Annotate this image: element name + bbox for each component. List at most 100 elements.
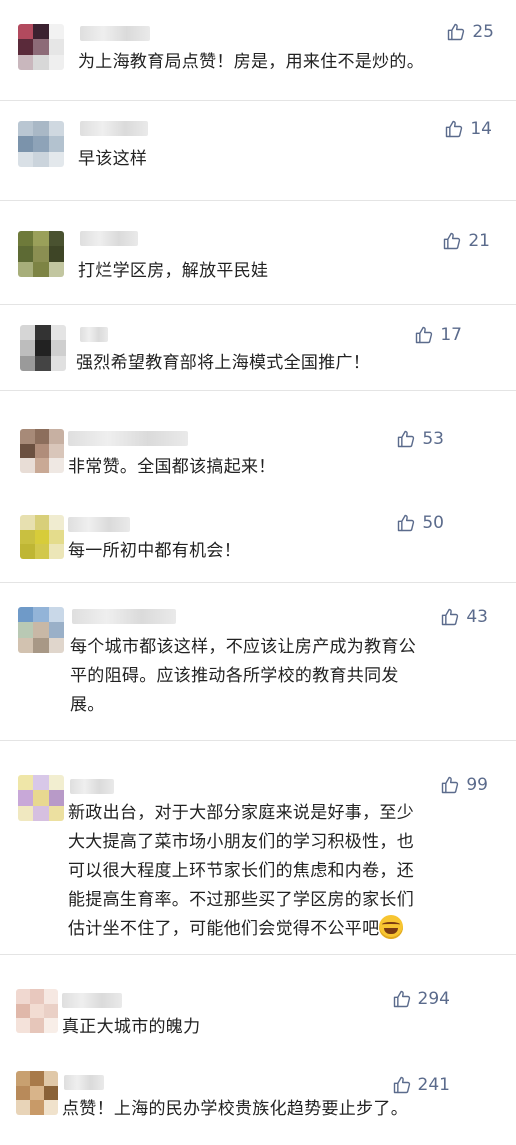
like-button[interactable]: 53 bbox=[396, 429, 444, 449]
avatar-pixel bbox=[18, 121, 34, 137]
comment-card: 真正大城市的魄力 294 点赞！上海的民办学校贵族化趋势要止步了。 241 bbox=[0, 954, 516, 1145]
avatar-pixel bbox=[20, 340, 36, 356]
thumbs-up-icon bbox=[448, 23, 465, 41]
avatar[interactable] bbox=[18, 607, 64, 653]
comment-text: 强烈希望教育部将上海模式全国推广！ bbox=[76, 353, 371, 373]
thumbs-up-icon bbox=[393, 1076, 410, 1094]
avatar-pixel bbox=[20, 458, 35, 473]
avatar-pixel bbox=[44, 989, 58, 1004]
like-count: 99 bbox=[466, 775, 488, 795]
commenter-name[interactable] bbox=[80, 121, 148, 136]
like-count: 14 bbox=[470, 119, 492, 139]
avatar-pixel bbox=[49, 458, 64, 473]
like-count: 21 bbox=[468, 231, 490, 251]
comment-text: 每一所初中都有机会！ bbox=[68, 541, 241, 561]
like-button[interactable]: 21 bbox=[442, 231, 490, 251]
commenter-name[interactable] bbox=[80, 26, 150, 41]
comment-card: 强烈希望教育部将上海模式全国推广！ 17 bbox=[0, 304, 516, 391]
like-button[interactable]: 43 bbox=[440, 607, 488, 627]
like-count: 294 bbox=[417, 989, 450, 1009]
avatar-pixel bbox=[33, 231, 49, 247]
avatar-pixel bbox=[20, 325, 36, 341]
avatar[interactable] bbox=[18, 121, 64, 167]
thumbs-up-icon bbox=[444, 232, 461, 250]
commenter-name[interactable] bbox=[68, 517, 130, 532]
avatar-pixel bbox=[34, 515, 50, 530]
like-button[interactable]: 99 bbox=[440, 775, 488, 795]
avatar[interactable] bbox=[20, 325, 66, 371]
avatar[interactable] bbox=[18, 775, 64, 821]
avatar-pixel bbox=[34, 544, 50, 559]
commenter-name[interactable] bbox=[68, 431, 188, 446]
avatar-pixel bbox=[16, 1085, 30, 1101]
avatar-pixel bbox=[20, 544, 35, 559]
commenter-name[interactable] bbox=[80, 231, 138, 246]
avatar-pixel bbox=[30, 1100, 44, 1115]
avatar-pixel bbox=[18, 790, 34, 806]
avatar-pixel bbox=[35, 340, 51, 356]
avatar-pixel bbox=[18, 151, 34, 167]
avatar[interactable] bbox=[18, 231, 64, 277]
avatar-pixel bbox=[35, 325, 51, 341]
avatar-pixel bbox=[48, 39, 64, 55]
comment-text: 点赞！上海的民办学校贵族化趋势要止步了。 bbox=[62, 1099, 408, 1119]
commenter-name[interactable] bbox=[80, 327, 108, 342]
avatar-pixel bbox=[33, 790, 49, 806]
avatar-pixel bbox=[20, 443, 35, 459]
like-button[interactable]: 294 bbox=[392, 989, 450, 1009]
comment-text: 为上海教育局点赞！房是，用来住不是炒的。 bbox=[78, 52, 424, 72]
avatar-pixel bbox=[16, 1100, 30, 1115]
thumbs-up-icon bbox=[393, 990, 410, 1008]
avatar-pixel bbox=[16, 1018, 30, 1033]
avatar-pixel bbox=[44, 1085, 58, 1101]
comment-card: 早该这样 14 bbox=[0, 100, 516, 201]
comment-text: 每个城市都该这样，不应该让房产成为教育公 平的阻碍。应该推动各所学校的教育共同发… bbox=[70, 637, 416, 715]
like-button[interactable]: 14 bbox=[444, 119, 492, 139]
avatar-pixel bbox=[20, 529, 35, 545]
avatar-pixel bbox=[20, 429, 35, 444]
avatar-pixel bbox=[30, 1018, 44, 1033]
avatar-pixel bbox=[34, 429, 50, 444]
avatar-pixel bbox=[18, 775, 34, 791]
like-button[interactable]: 50 bbox=[396, 513, 444, 533]
like-button[interactable]: 25 bbox=[446, 22, 494, 42]
avatar-pixel bbox=[49, 529, 64, 545]
avatar-pixel bbox=[30, 1003, 44, 1019]
avatar[interactable] bbox=[16, 989, 58, 1033]
thumbs-up-icon bbox=[416, 326, 433, 344]
commenter-name[interactable] bbox=[70, 779, 114, 794]
like-count: 43 bbox=[466, 607, 488, 627]
avatar-pixel bbox=[48, 637, 64, 653]
commenter-name[interactable] bbox=[64, 1075, 104, 1090]
avatar-pixel bbox=[30, 1071, 44, 1086]
avatar[interactable] bbox=[20, 429, 64, 473]
avatar-pixel bbox=[18, 637, 34, 653]
avatar-pixel bbox=[33, 246, 49, 262]
avatar-pixel bbox=[34, 458, 50, 473]
avatar[interactable] bbox=[16, 1071, 58, 1115]
like-button[interactable]: 241 bbox=[392, 1075, 450, 1095]
avatar-pixel bbox=[48, 136, 64, 152]
avatar-pixel bbox=[33, 136, 49, 152]
like-count: 241 bbox=[417, 1075, 450, 1095]
avatar-pixel bbox=[33, 261, 49, 277]
avatar-pixel bbox=[44, 1018, 58, 1033]
avatar[interactable] bbox=[18, 24, 64, 70]
thumbs-up-icon bbox=[446, 120, 463, 138]
avatar-pixel bbox=[34, 443, 50, 459]
like-button[interactable]: 17 bbox=[414, 325, 462, 345]
avatar-pixel bbox=[33, 805, 49, 821]
thumbs-up-icon bbox=[398, 514, 415, 532]
avatar-pixel bbox=[48, 24, 64, 40]
comment-body: 新政出台，对于大部分家庭来说是好事，至少 大大提高了菜市场小朋友们的学习积极性，… bbox=[68, 803, 414, 939]
commenter-name[interactable] bbox=[62, 993, 122, 1008]
avatar-pixel bbox=[48, 790, 64, 806]
avatar-pixel bbox=[48, 607, 64, 623]
avatar-pixel bbox=[50, 325, 66, 341]
thumbs-up-icon bbox=[442, 776, 459, 794]
thumbs-up-icon bbox=[442, 608, 459, 626]
commenter-name[interactable] bbox=[72, 609, 176, 624]
avatar[interactable] bbox=[20, 515, 64, 559]
avatar-pixel bbox=[16, 989, 30, 1004]
avatar-pixel bbox=[16, 1003, 30, 1019]
